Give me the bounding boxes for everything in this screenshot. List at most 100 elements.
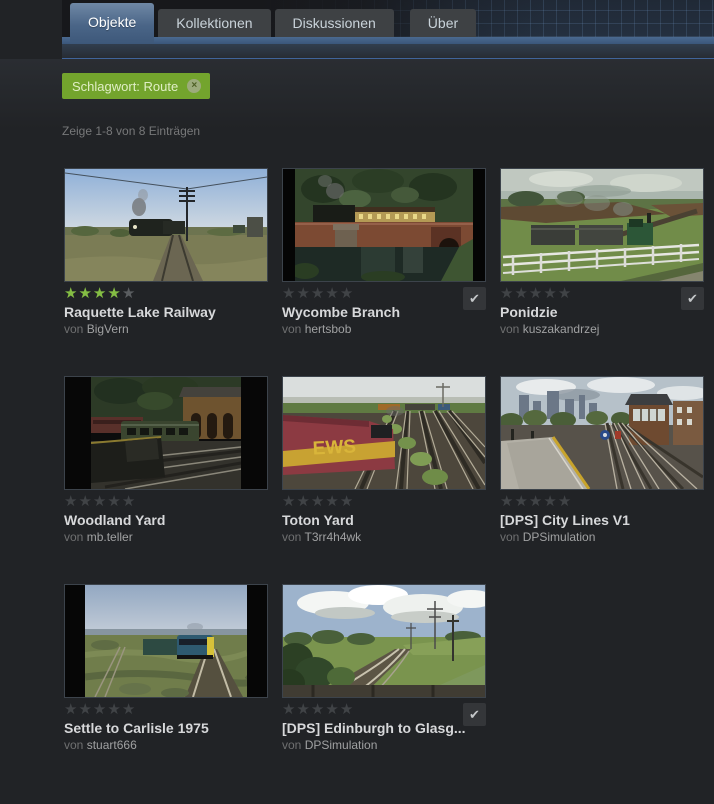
item-thumbnail[interactable] (64, 376, 268, 490)
filter-tag-route[interactable]: Schlagwort: Route × (62, 73, 211, 99)
thumb-art-raquette (65, 169, 267, 281)
workshop-item[interactable]: ★★★★★ ✔ [DPS] City Lines V1 von DPSimula… (500, 376, 704, 544)
item-author[interactable]: BigVern (87, 322, 129, 336)
byline-prefix: von (282, 738, 302, 752)
byline-prefix: von (500, 530, 520, 544)
star-empty-icon: ★ (310, 701, 325, 718)
star-empty-icon: ★ (282, 493, 296, 510)
star-empty-icon: ★ (543, 285, 557, 302)
workshop-item[interactable]: ★★★★★ ✔ Raquette Lake Railway von BigVer… (64, 168, 268, 336)
tab-objekte[interactable]: Objekte (70, 3, 155, 44)
thumb-art-edinburgh (283, 585, 485, 697)
subscribed-check-badge: ✔ (463, 287, 486, 310)
item-byline: von DPSimulation (282, 738, 486, 752)
tab-kollektionen[interactable]: Kollektionen (158, 9, 271, 37)
item-author[interactable]: mb.teller (87, 530, 133, 544)
star-empty-icon: ★ (557, 285, 572, 302)
star-filled-icon: ★ (64, 285, 78, 302)
rating-stars: ★★★★★ (282, 702, 486, 718)
star-empty-icon: ★ (78, 701, 92, 718)
rating-stars: ★★★★★ (282, 494, 486, 510)
item-author[interactable]: hertsbob (305, 322, 352, 336)
workshop-item[interactable]: EWS ★★★★★ ✔ Toton Yard von T3rr4h4wk (282, 376, 486, 544)
item-thumbnail[interactable] (282, 584, 486, 698)
item-title[interactable]: Raquette Lake Railway (64, 304, 268, 320)
workshop-item[interactable]: ★★★★★ ✔ Ponidzie von kuszakandrzej (500, 168, 704, 336)
item-thumbnail[interactable] (500, 376, 704, 490)
workshop-item[interactable]: ★★★★★ ✔ Settle to Carlisle 1975 von stua… (64, 584, 268, 752)
byline-prefix: von (64, 738, 84, 752)
byline-prefix: von (282, 322, 302, 336)
check-icon: ✔ (687, 291, 698, 306)
item-thumbnail[interactable] (500, 168, 704, 282)
tab-ueber[interactable]: Über (409, 9, 477, 37)
rating-stars: ★★★★★ (500, 494, 704, 510)
byline-prefix: von (500, 322, 520, 336)
item-byline: von BigVern (64, 322, 268, 336)
star-empty-icon: ★ (64, 493, 78, 510)
item-author[interactable]: stuart666 (87, 738, 137, 752)
item-author[interactable]: DPSimulation (305, 738, 378, 752)
item-title[interactable]: Woodland Yard (64, 512, 268, 528)
star-empty-icon: ★ (92, 493, 107, 510)
workshop-item[interactable]: ★★★★★ ✔ Woodland Yard von mb.teller (64, 376, 268, 544)
byline-prefix: von (64, 322, 84, 336)
star-empty-icon: ★ (92, 701, 107, 718)
results-summary: Zeige 1-8 von 8 Einträgen (62, 124, 201, 138)
star-empty-icon: ★ (78, 493, 92, 510)
star-empty-icon: ★ (64, 701, 78, 718)
star-empty-icon: ★ (543, 493, 557, 510)
item-title[interactable]: Wycombe Branch (282, 304, 486, 320)
star-empty-icon: ★ (557, 493, 572, 510)
item-thumbnail[interactable] (64, 584, 268, 698)
star-empty-icon: ★ (325, 493, 339, 510)
tab-underline-bar (62, 37, 714, 44)
byline-prefix: von (282, 530, 302, 544)
thumb-art-woodland (65, 377, 267, 489)
item-thumbnail[interactable]: EWS (282, 376, 486, 490)
star-empty-icon: ★ (121, 701, 136, 718)
star-empty-icon: ★ (528, 285, 543, 302)
check-icon: ✔ (469, 707, 480, 722)
header-divider (62, 44, 714, 59)
item-title[interactable]: [DPS] Edinburgh to Glasg... (282, 720, 486, 736)
item-byline: von DPSimulation (500, 530, 704, 544)
star-empty-icon: ★ (339, 285, 354, 302)
remove-filter-icon[interactable]: × (187, 79, 202, 93)
item-author[interactable]: DPSimulation (523, 530, 596, 544)
workshop-tab-bar: Objekte Kollektionen Diskussionen Über (62, 0, 714, 44)
star-empty-icon: ★ (500, 285, 514, 302)
star-empty-icon: ★ (282, 285, 296, 302)
ews-logo-text: EWS (312, 436, 356, 459)
item-thumbnail[interactable] (282, 168, 486, 282)
star-empty-icon: ★ (282, 701, 296, 718)
star-filled-icon: ★ (107, 285, 121, 302)
workshop-item-grid: ★★★★★ ✔ Raquette Lake Railway von BigVer… (64, 168, 714, 792)
item-author[interactable]: T3rr4h4wk (304, 530, 361, 544)
item-byline: von kuszakandrzej (500, 322, 704, 336)
item-title[interactable]: Toton Yard (282, 512, 486, 528)
rating-stars: ★★★★★ (282, 286, 486, 302)
star-empty-icon: ★ (121, 285, 136, 302)
thumb-art-citylines (501, 377, 703, 489)
star-empty-icon: ★ (121, 493, 136, 510)
item-byline: von stuart666 (64, 738, 268, 752)
star-empty-icon: ★ (500, 493, 514, 510)
byline-prefix: von (64, 530, 84, 544)
thumb-art-ponidzie (501, 169, 703, 281)
star-empty-icon: ★ (325, 285, 339, 302)
tab-diskussionen[interactable]: Diskussionen (274, 9, 394, 37)
workshop-item[interactable]: ★★★★★ ✔ Wycombe Branch von hertsbob (282, 168, 486, 336)
rating-stars: ★★★★★ (64, 702, 268, 718)
filter-tag-row: Schlagwort: Route × (62, 59, 714, 99)
item-author[interactable]: kuszakandrzej (523, 322, 600, 336)
item-title[interactable]: Ponidzie (500, 304, 704, 320)
item-thumbnail[interactable] (64, 168, 268, 282)
item-title[interactable]: Settle to Carlisle 1975 (64, 720, 268, 736)
item-byline: von hertsbob (282, 322, 486, 336)
workshop-item[interactable]: ★★★★★ ✔ [DPS] Edinburgh to Glasg... von … (282, 584, 486, 752)
star-empty-icon: ★ (339, 701, 354, 718)
filter-tag-label: Schlagwort: Route (72, 78, 179, 94)
item-title[interactable]: [DPS] City Lines V1 (500, 512, 704, 528)
star-empty-icon: ★ (514, 285, 528, 302)
